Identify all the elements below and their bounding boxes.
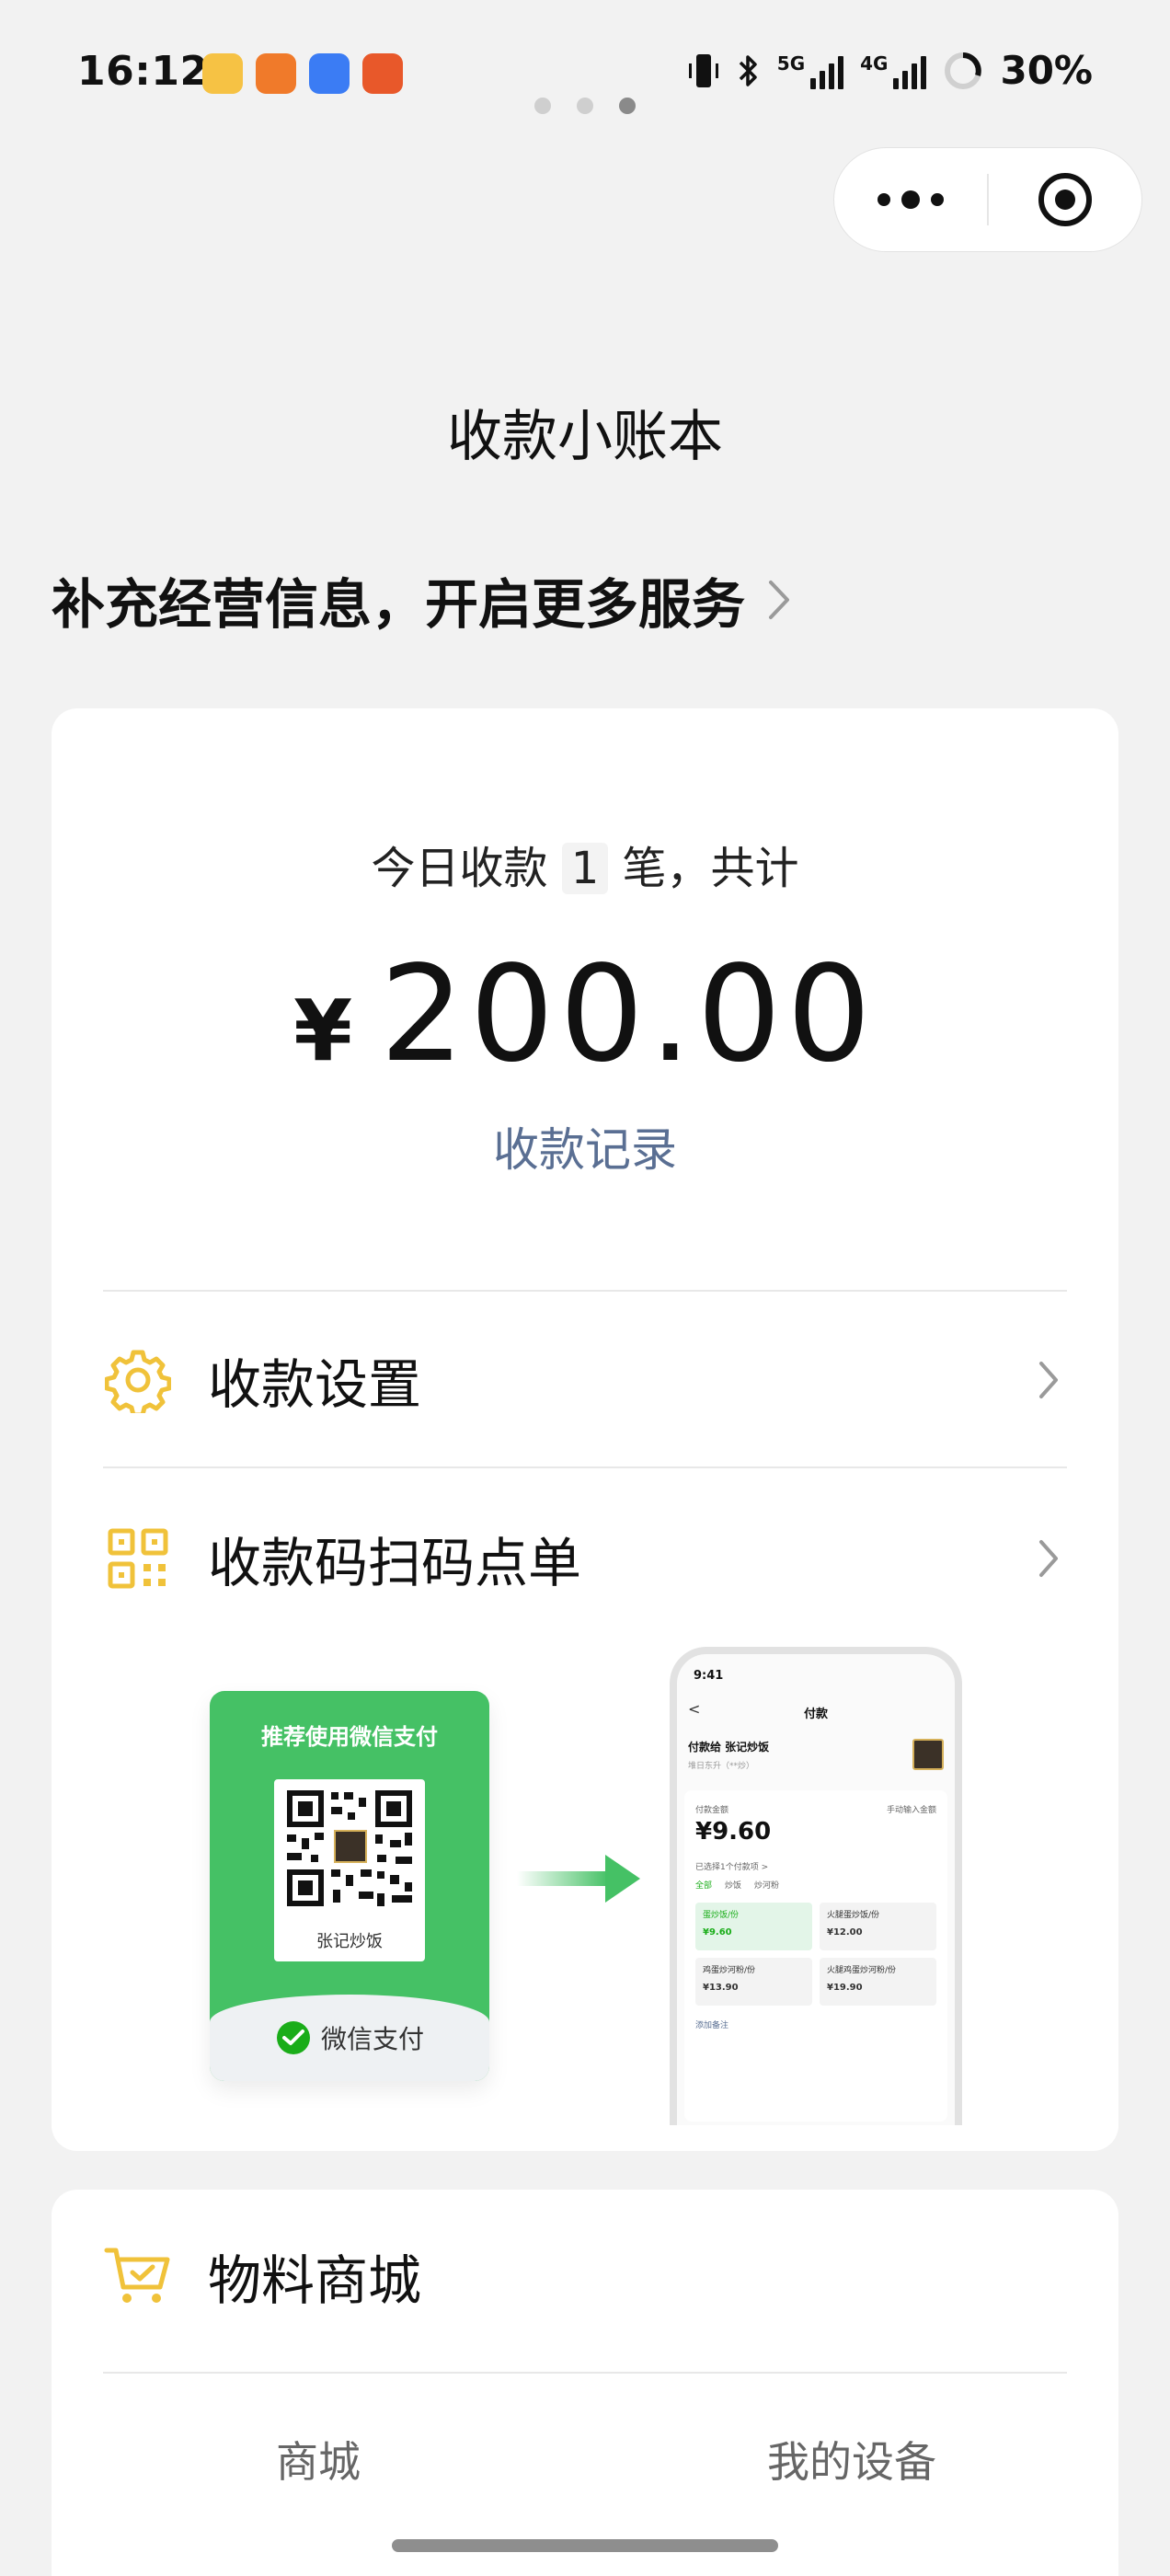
phone-manual-link: 手动输入金额 [886, 1806, 936, 1815]
status-right: 5G 4G 30% [687, 48, 1093, 93]
phone-tab: 全部 [695, 1881, 713, 1891]
phone-item-price: ¥9.60 [703, 1927, 732, 1938]
phone-item: 火腿鸡蛋炒河粉/份 ¥19.90 [820, 1958, 936, 2006]
shopping-cart-icon [103, 2241, 173, 2311]
material-shop-label: 物料商城 [208, 2249, 422, 2312]
collection-card: 今日收款 1 笔，共计 ¥ 200.00 收款记录 收款设置 收款码扫码点单 推… [52, 708, 1118, 2151]
phone-item: 蛋炒饭/份 ¥9.60 [695, 1903, 812, 1950]
collection-settings-row[interactable]: 收款设置 [103, 1316, 1067, 1444]
business-info-label: 补充经营信息，开启更多服务 [52, 573, 746, 636]
close-miniprogram-button[interactable] [989, 148, 1141, 251]
page-dot [534, 98, 551, 114]
divider [103, 2372, 1067, 2374]
tab-mall[interactable]: 商城 [52, 2429, 585, 2490]
shop-tabs: 商城 我的设备 [52, 2429, 1118, 2490]
qr-code-image [287, 1790, 412, 1906]
chevron-right-icon [1039, 1362, 1058, 1398]
business-info-link[interactable]: 补充经营信息，开启更多服务 [52, 561, 791, 638]
qr-code-box: 张记炒饭 [274, 1779, 425, 1961]
phone-payment-illustration: 9:41 < 付款 付款给 张记炒饭 堆日东升（**炒） 付款金额 手动输入金额… [670, 1647, 962, 2125]
qr-stand-header: 推荐使用微信支付 [261, 1724, 438, 1750]
material-shop-card: 物料商城 商城 我的设备 [52, 2190, 1118, 2576]
battery-percent: 30% [1000, 48, 1093, 93]
phone-item: 火腿蛋炒饭/份 ¥12.00 [820, 1903, 936, 1950]
more-dot [901, 190, 920, 209]
game-app-icon [362, 53, 403, 94]
today-suffix: 笔，共计 [622, 843, 799, 894]
chevron-right-icon [1039, 1540, 1058, 1577]
phone-payee: 付款给 张记炒饭 [688, 1741, 770, 1754]
phone-time: 9:41 [694, 1669, 724, 1683]
miniprogram-capsule [833, 147, 1142, 252]
chevron-right-icon [769, 581, 790, 619]
status-time: 16:12 [77, 48, 209, 95]
phone-amount-label: 付款金额 [695, 1806, 729, 1815]
browser-app-icon [309, 53, 350, 94]
page-indicator [0, 98, 1170, 114]
phone-item-price: ¥12.00 [827, 1927, 863, 1938]
page-dot-active [619, 98, 636, 114]
weibo-app-icon [202, 53, 243, 94]
divider [103, 1466, 1067, 1468]
page-title: 收款小账本 [447, 405, 723, 469]
gear-icon [103, 1345, 173, 1415]
more-dot [878, 193, 890, 206]
qr-stand-footer: 微信支付 [210, 1995, 489, 2081]
target-close-icon [1038, 173, 1092, 226]
today-count: 1 [561, 843, 609, 894]
wechat-pay-label: 微信支付 [320, 2024, 424, 2054]
phone-panel: 付款金额 手动输入金额 ¥9.60 已选择1个付款项 > 全部 炒饭 炒河粉 蛋… [684, 1790, 947, 2122]
qr-stand-illustration: 推荐使用微信支付 张记炒饭 微信支付 [210, 1691, 489, 2081]
net-4g-label: 4G [860, 52, 889, 75]
amount-value: 200.00 [380, 937, 877, 1091]
notification-app-icons [202, 53, 403, 94]
phone-item: 鸡蛋炒河粉/份 ¥13.90 [695, 1958, 812, 2006]
signal-5g-icon: 5G [776, 52, 844, 89]
qr-shop-name: 张记炒饭 [316, 1932, 383, 1951]
arrow-right-icon [517, 1855, 640, 1903]
phone-items: 蛋炒饭/份 ¥9.60 火腿蛋炒饭/份 ¥12.00 鸡蛋炒河粉/份 ¥13.9… [695, 1903, 936, 2006]
currency-symbol: ¥ [293, 982, 353, 1080]
scan-order-label: 收款码扫码点单 [208, 1532, 582, 1594]
records-link[interactable]: 收款记录 [52, 1113, 1118, 1179]
phone-title: 付款 [803, 1708, 828, 1721]
more-dot [931, 193, 944, 206]
phone-note-link: 添加备注 [695, 2021, 729, 2030]
reader-app-icon [256, 53, 296, 94]
phone-item-price: ¥13.90 [703, 1983, 739, 1993]
page-dot [577, 98, 593, 114]
phone-item-name: 鸡蛋炒河粉/份 [703, 1966, 756, 1975]
divider [103, 1290, 1067, 1292]
wechat-pay-icon [276, 2021, 310, 2054]
phone-item-name: 火腿鸡蛋炒河粉/份 [827, 1966, 897, 1975]
phone-selected: 已选择1个付款项 > [695, 1863, 769, 1872]
phone-tabs: 全部 炒饭 炒河粉 [695, 1879, 779, 1891]
qr-code-icon [103, 1524, 173, 1593]
collection-settings-label: 收款设置 [208, 1353, 422, 1416]
phone-payee-sub: 堆日东升（**炒） [688, 1762, 755, 1771]
signal-4g-icon: 4G [860, 52, 927, 89]
home-indicator[interactable] [392, 2539, 778, 2552]
today-summary: 今日收款 1 笔，共计 [52, 832, 1118, 896]
shop-thumbnail [912, 1739, 944, 1770]
phone-item-name: 蛋炒饭/份 [703, 1911, 740, 1920]
battery-icon [945, 52, 982, 89]
material-shop-row[interactable]: 物料商城 [103, 2212, 1067, 2340]
phone-item-price: ¥19.90 [827, 1983, 863, 1993]
phone-amount: ¥9.60 [695, 1818, 772, 1846]
more-button[interactable] [834, 148, 987, 251]
bluetooth-icon [739, 54, 757, 86]
tab-my-devices[interactable]: 我的设备 [585, 2429, 1118, 2490]
today-amount: ¥ 200.00 [52, 937, 1118, 1091]
net-5g-label: 5G [776, 52, 806, 75]
phone-item-name: 火腿蛋炒饭/份 [827, 1911, 880, 1920]
vibrate-icon [688, 53, 718, 87]
phone-tab: 炒河粉 [754, 1881, 780, 1891]
scan-order-row[interactable]: 收款码扫码点单 [103, 1494, 1067, 1623]
phone-tab: 炒饭 [725, 1881, 742, 1891]
today-prefix: 今日收款 [371, 843, 548, 894]
